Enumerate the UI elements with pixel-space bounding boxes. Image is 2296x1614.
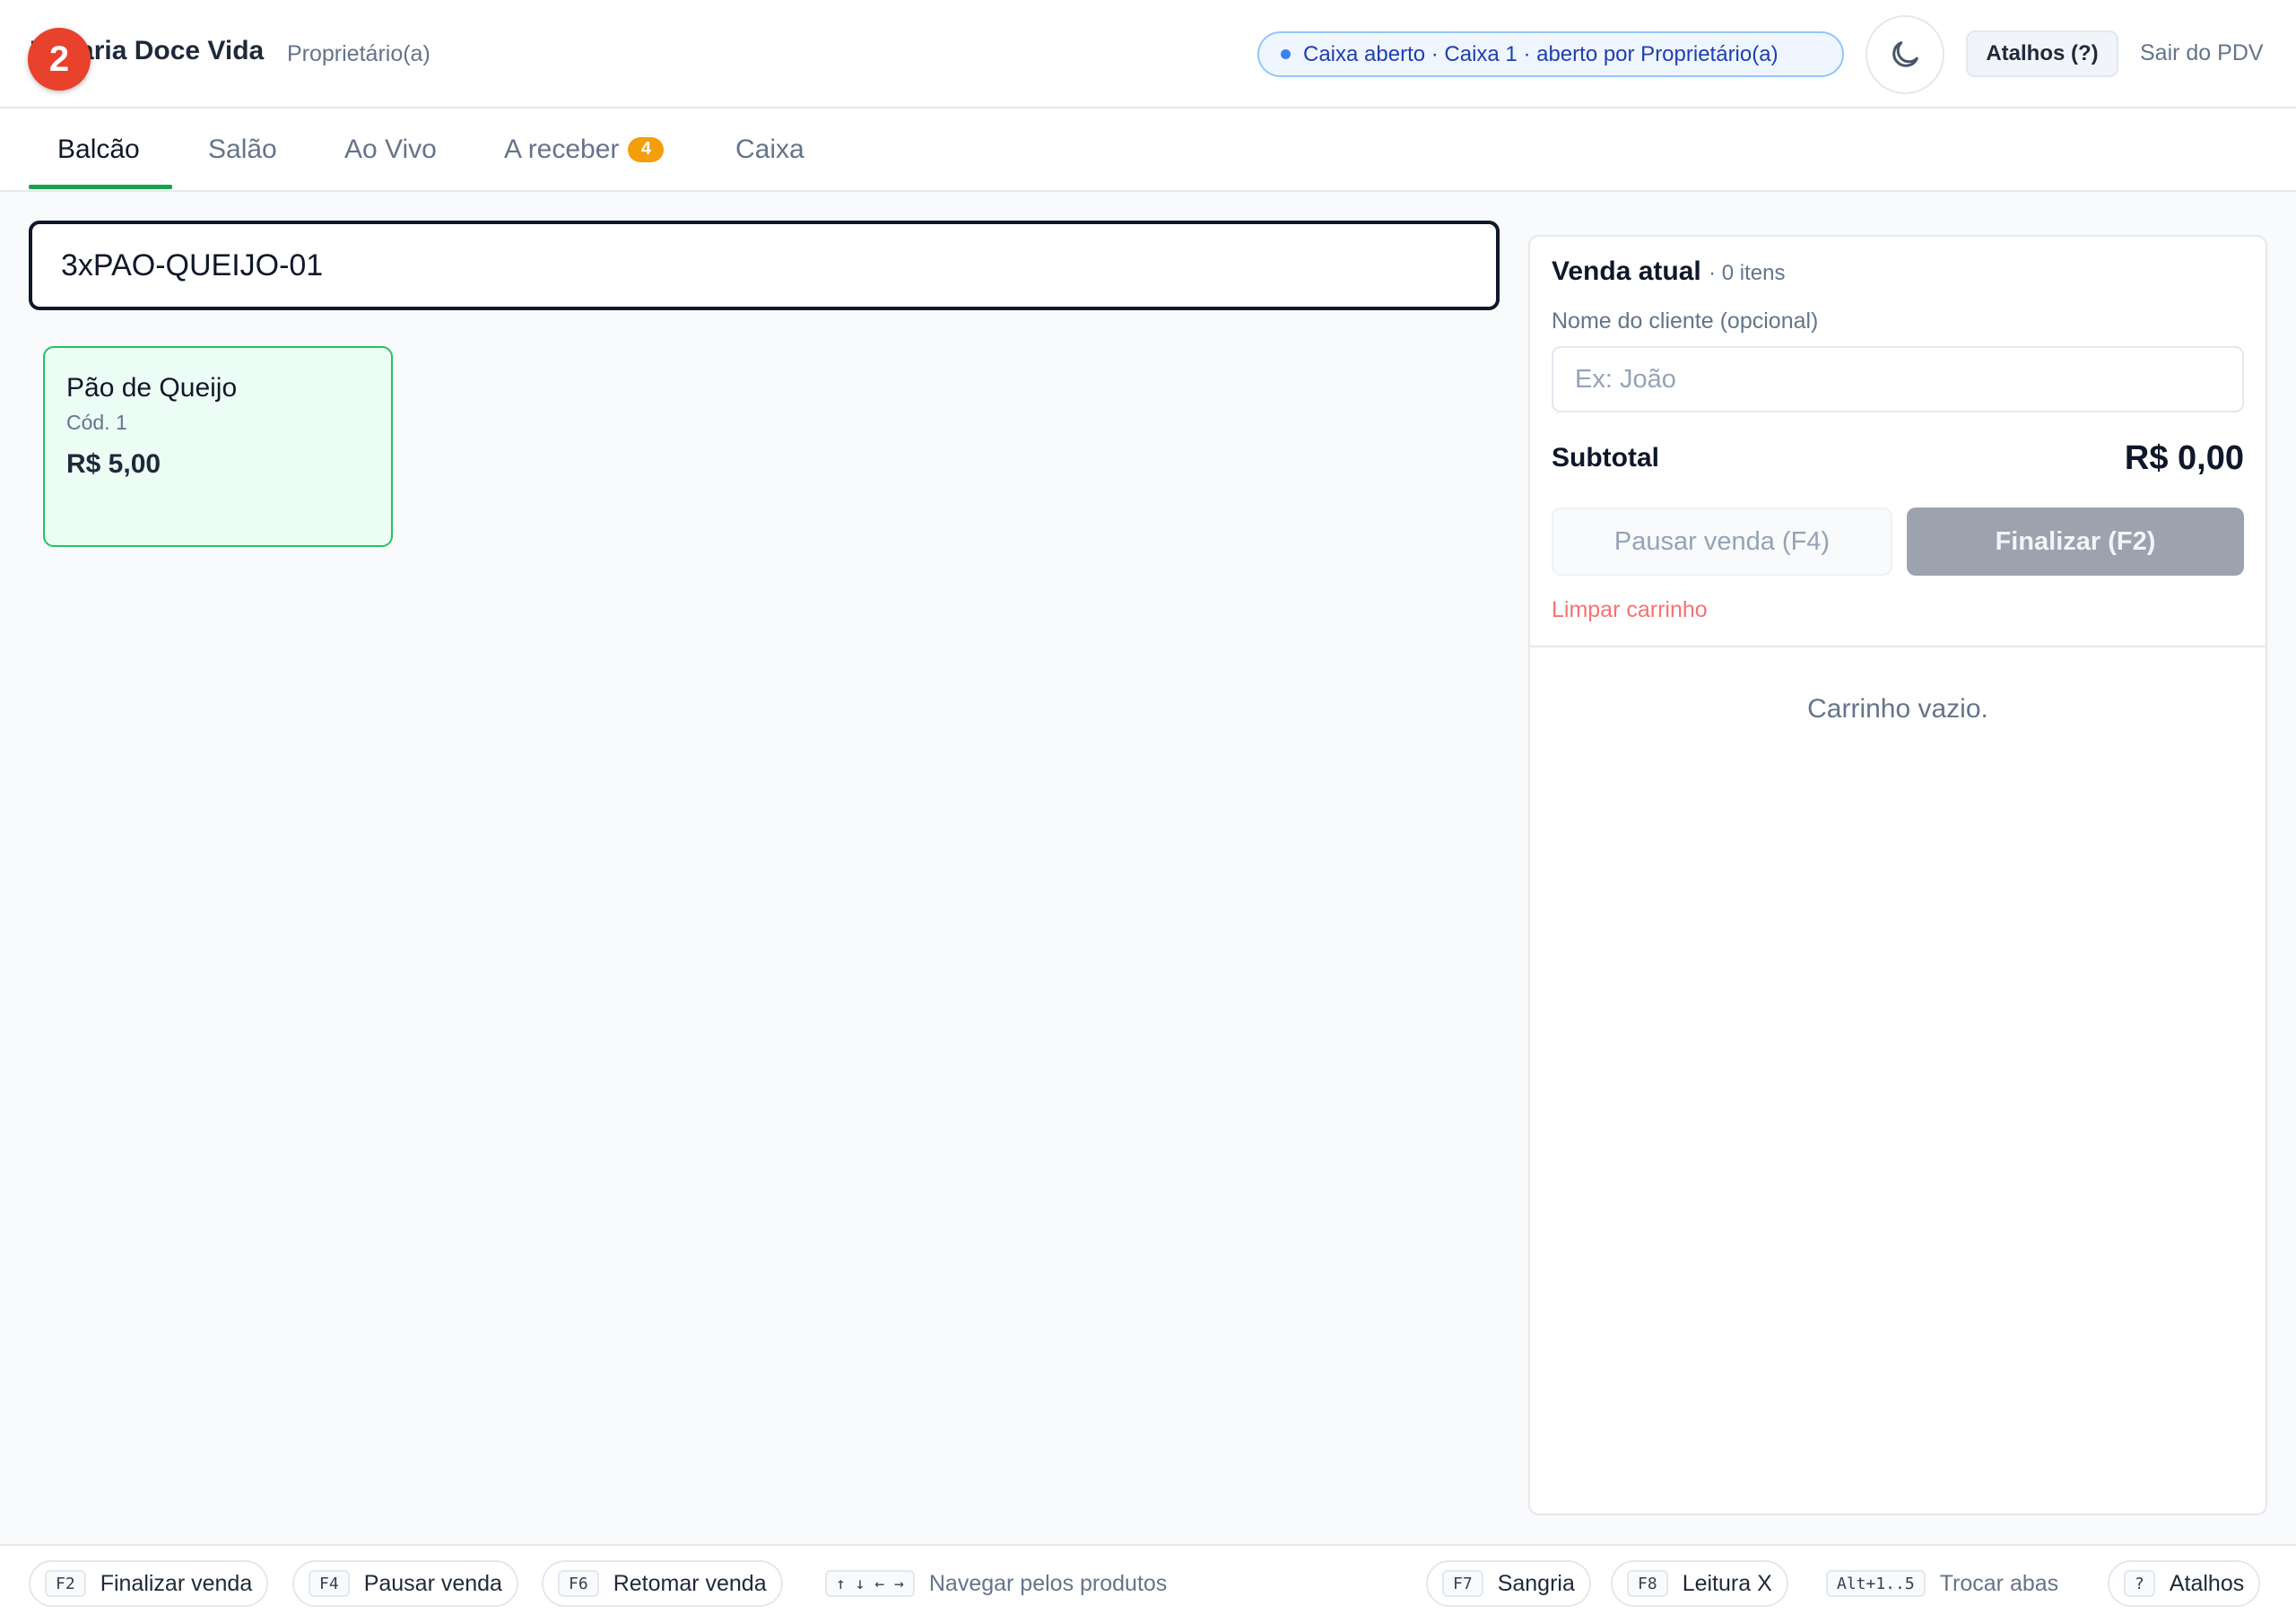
key-hint: Alt+1..5	[1826, 1570, 1926, 1597]
shortcut-sangria[interactable]: F7 Sangria	[1426, 1560, 1591, 1607]
shortcut-bar: F2 Finalizar venda F4 Pausar venda F6 Re…	[0, 1544, 2296, 1614]
shortcut-resume[interactable]: F6 Retomar venda	[542, 1560, 783, 1607]
moon-icon	[1892, 41, 1918, 67]
cart-title: Venda atual · 0 itens	[1552, 256, 1785, 287]
tab-salao[interactable]: Salão	[208, 108, 277, 190]
cart-divider	[1530, 646, 2266, 647]
tab-caixa[interactable]: Caixa	[735, 108, 804, 190]
shortcut-label: Sangria	[1497, 1570, 1575, 1596]
product-code: Cód. 1	[66, 411, 127, 434]
clear-cart-link[interactable]: Limpar carrinho	[1552, 597, 1708, 623]
tab-balcao[interactable]: Balcão	[57, 108, 140, 190]
shortcut-leitura-x[interactable]: F8 Leitura X	[1611, 1560, 1788, 1607]
subtotal-label: Subtotal	[1552, 443, 1659, 473]
product-card[interactable]: Pão de Queijo Cód. 1 R$ 5,00	[43, 346, 393, 547]
app-header: Padaria Doce Vida Proprietário(a) Caixa …	[0, 0, 2296, 108]
shortcut-label: Leitura X	[1682, 1570, 1772, 1596]
shortcut-label: Trocar abas	[1939, 1570, 2059, 1596]
finalize-sale-button[interactable]: Finalizar (F2)	[1907, 508, 2244, 576]
tab-a-receber[interactable]: A receber 4	[504, 108, 665, 190]
key-hint: F8	[1627, 1570, 1668, 1597]
shortcut-label: Atalhos	[2169, 1570, 2245, 1596]
client-name-input[interactable]	[1552, 346, 2244, 412]
shortcuts-button[interactable]: Atalhos (?)	[1966, 30, 2118, 77]
active-tab-indicator	[29, 185, 172, 189]
tab-ao-vivo[interactable]: Ao Vivo	[344, 108, 437, 190]
shortcut-pause[interactable]: F4 Pausar venda	[292, 1560, 518, 1607]
shortcut-label: Retomar venda	[613, 1570, 767, 1596]
cash-register-status-badge: Caixa aberto · Caixa 1 · aberto por Prop…	[1257, 31, 1844, 77]
client-name-label: Nome do cliente (opcional)	[1552, 308, 1819, 334]
shortcut-finalize[interactable]: F2 Finalizar venda	[29, 1560, 269, 1607]
cash-register-status-text: Caixa aberto · Caixa 1 · aberto por Prop…	[1303, 41, 1779, 66]
cart-empty-message: Carrinho vazio.	[1807, 694, 1988, 724]
status-dot-icon	[1281, 49, 1291, 59]
tab-label: Caixa	[735, 134, 804, 164]
tab-label: A receber	[504, 134, 620, 164]
tab-label: Balcão	[57, 134, 140, 164]
cart-item-count: · 0 itens	[1709, 261, 1786, 285]
notification-count-badge[interactable]: 2	[28, 28, 91, 91]
key-hint: F2	[45, 1570, 86, 1597]
shortcut-help[interactable]: ? Atalhos	[2108, 1560, 2261, 1607]
product-name: Pão de Queijo	[66, 373, 238, 403]
main-tabs: Balcão Salão Ao Vivo A receber 4 Caixa	[0, 108, 2296, 192]
key-hint: ?	[2124, 1570, 2155, 1597]
shortcut-navigate-hint: ↑ ↓ ← → Navegar pelos produtos	[825, 1560, 1167, 1607]
product-search-input[interactable]	[29, 221, 1500, 310]
tab-label: Salão	[208, 134, 277, 164]
subtotal-value: R$ 0,00	[2124, 439, 2244, 477]
key-hint: F4	[309, 1570, 350, 1597]
shortcut-label: Finalizar venda	[100, 1570, 253, 1596]
shortcut-label: Pausar venda	[363, 1570, 502, 1596]
key-hint: ↑ ↓ ← →	[825, 1570, 915, 1597]
tab-label: Ao Vivo	[344, 134, 437, 164]
product-price: R$ 5,00	[66, 449, 161, 479]
pending-count-badge: 4	[628, 136, 665, 162]
pause-sale-button[interactable]: Pausar venda (F4)	[1552, 508, 1892, 576]
cart-title-text: Venda atual	[1552, 256, 1701, 286]
key-hint: F6	[558, 1570, 599, 1597]
theme-toggle-button[interactable]	[1866, 15, 1944, 94]
cart-panel: Venda atual · 0 itens Nome do cliente (o…	[1528, 235, 2267, 1515]
user-role: Proprietário(a)	[287, 41, 430, 66]
shortcut-switch-tabs-hint: Alt+1..5 Trocar abas	[1826, 1560, 2058, 1607]
exit-pdv-link[interactable]: Sair do PDV	[2140, 40, 2264, 66]
shortcut-label: Navegar pelos produtos	[928, 1570, 1168, 1596]
key-hint: F7	[1442, 1570, 1483, 1597]
